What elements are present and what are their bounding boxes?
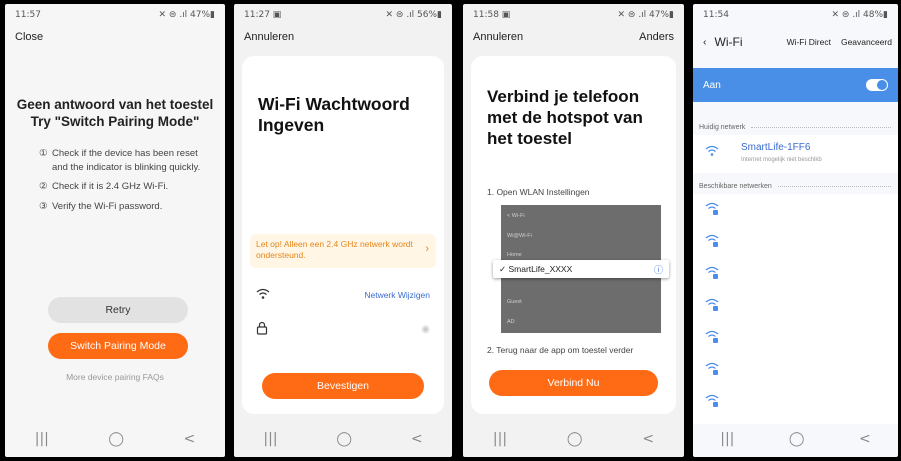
- wifi-icon: [705, 145, 719, 160]
- home-button[interactable]: ◯: [789, 431, 805, 447]
- change-network-link[interactable]: Netwerk Wijzigen: [364, 290, 430, 300]
- network-row: Netwerk Wijzigen: [256, 286, 430, 304]
- page-title: Wi-Fi: [714, 35, 743, 49]
- switch-pairing-mode-button[interactable]: Switch Pairing Mode: [48, 333, 188, 359]
- cancel-button[interactable]: Annuleren: [473, 31, 523, 43]
- screenshot-row: AD: [507, 319, 515, 325]
- phone-screen-connect-hotspot: 11:58 ▣ ✕ ⊜ .ıl 47%▮ Annuleren Anders Ve…: [463, 4, 684, 457]
- nav-bar: ||| ◯ <: [463, 421, 684, 457]
- list-item: ① Check if the device has been reset and …: [39, 148, 201, 173]
- step-one: 1. Open WLAN Instellingen: [487, 187, 590, 197]
- wifi-locked-icon[interactable]: [705, 234, 719, 251]
- password-row[interactable]: ◉: [256, 320, 430, 338]
- hotspot-entry: ✓ SmartLife_XXXX ⓘ: [493, 260, 669, 278]
- chevron-left-icon[interactable]: ‹: [703, 36, 707, 48]
- page-title: Wi-Fi Wachtwoord Ingeven: [258, 94, 410, 135]
- password-card: Wi-Fi Wachtwoord Ingeven Let op! Alleen …: [242, 56, 444, 414]
- screenshot-row: Home: [507, 252, 522, 258]
- nav-bar: ||| ◯ <: [5, 421, 225, 457]
- password-visibility-icon[interactable]: ◉: [421, 324, 430, 335]
- home-button[interactable]: ◯: [336, 431, 352, 447]
- home-button[interactable]: ◯: [567, 431, 583, 447]
- close-button[interactable]: Close: [15, 31, 43, 43]
- available-networks-list: [693, 194, 898, 424]
- wifi-locked-icon[interactable]: [705, 266, 719, 283]
- current-network-status: Internet mogelijk niet beschikb: [741, 157, 822, 163]
- instruction-screenshot: < Wi-Fi Wi@Wi-Fi Home ✓ SmartLife_XXXX ⓘ…: [493, 205, 669, 333]
- list-item: ③ Verify the Wi-Fi password.: [39, 200, 163, 212]
- settings-header: ‹ Wi-Fi Wi-Fi Direct Geavanceerd: [703, 30, 892, 54]
- wifi-info-icon: ⓘ: [653, 264, 663, 275]
- toggle-label: Aan: [703, 79, 721, 91]
- recent-apps-button[interactable]: |||: [263, 431, 277, 447]
- retry-button[interactable]: Retry: [48, 297, 188, 323]
- back-button[interactable]: <: [411, 431, 423, 447]
- current-network-row[interactable]: SmartLife-1FF6 Internet mogelijk niet be…: [693, 135, 898, 173]
- nav-bar: ||| ◯ <: [234, 421, 452, 457]
- home-button[interactable]: ◯: [108, 431, 124, 447]
- recent-apps-button[interactable]: |||: [493, 431, 507, 447]
- status-icons: ✕ ⊜ .ıl 47%▮: [158, 10, 215, 20]
- lock-icon: [256, 321, 268, 337]
- cancel-button[interactable]: Annuleren: [244, 31, 294, 43]
- advanced-link[interactable]: Geavanceerd: [841, 37, 892, 47]
- troubleshoot-list: ① Check if the device has been reset and …: [39, 147, 213, 219]
- wifi-icon: [256, 288, 270, 302]
- phone-screen-pairing-failed: 11:57 ✕ ⊜ .ıl 47%▮ Close Geen antwoord v…: [5, 4, 225, 457]
- status-time: 11:27 ▣: [244, 10, 282, 20]
- status-time: 11:57: [15, 10, 41, 20]
- status-time: 11:54: [703, 10, 729, 20]
- recent-apps-button[interactable]: |||: [35, 431, 49, 447]
- wifi-toggle-row[interactable]: Aan: [693, 68, 898, 102]
- nav-bar: ||| ◯ <: [693, 421, 898, 457]
- wifi-locked-icon[interactable]: [705, 298, 719, 315]
- screenshot-row: Guest: [507, 299, 522, 305]
- status-icons: ✕ ⊜ .ıl 48%▮: [831, 10, 888, 20]
- status-bar: 11:57 ✕ ⊜ .ıl 47%▮: [5, 4, 225, 26]
- screenshot-row: Wi@Wi-Fi: [507, 233, 532, 239]
- status-time: 11:58 ▣: [473, 10, 511, 20]
- hotspot-card: Verbind je telefoon met de hotspot van h…: [471, 56, 676, 414]
- available-networks-header: Beschikbare netwerken: [699, 183, 891, 190]
- current-ssid: SmartLife-1FF6: [741, 142, 811, 153]
- current-network-header: Huidig netwerk: [699, 124, 891, 131]
- wifi-locked-icon[interactable]: [705, 330, 719, 347]
- list-item: ② Check if it is 2.4 GHz Wi-Fi.: [39, 181, 169, 192]
- faq-link[interactable]: More device pairing FAQs: [5, 372, 225, 382]
- frequency-warning[interactable]: Let op! Alleen een 2.4 GHz netwerk wordt…: [250, 234, 436, 268]
- back-button[interactable]: <: [184, 431, 196, 447]
- phone-screen-wifi-settings: 11:54 ✕ ⊜ .ıl 48%▮ ‹ Wi-Fi Wi-Fi Direct …: [693, 4, 898, 457]
- status-bar: 11:58 ▣ ✕ ⊜ .ıl 47%▮: [463, 4, 684, 26]
- status-icons: ✕ ⊜ .ıl 47%▮: [617, 10, 674, 20]
- back-button[interactable]: <: [859, 431, 871, 447]
- status-bar: 11:54 ✕ ⊜ .ıl 48%▮: [693, 4, 898, 26]
- wifi-locked-icon[interactable]: [705, 362, 719, 379]
- step-two: 2. Terug naar de app om toestel verder: [487, 345, 634, 355]
- status-bar: 11:27 ▣ ✕ ⊜ .ıl 56%▮: [234, 4, 452, 26]
- phone-screen-wifi-password: 11:27 ▣ ✕ ⊜ .ıl 56%▮ Annuleren Wi-Fi Wac…: [234, 4, 452, 457]
- wifi-locked-icon[interactable]: [705, 202, 719, 219]
- wifi-toggle-switch[interactable]: [866, 79, 888, 91]
- other-button[interactable]: Anders: [639, 31, 674, 43]
- error-title: Geen antwoord van het toestel Try "Switc…: [16, 97, 214, 129]
- status-icons: ✕ ⊜ .ıl 56%▮: [385, 10, 442, 20]
- back-button[interactable]: <: [642, 431, 654, 447]
- connect-now-button[interactable]: Verbind Nu: [489, 370, 658, 396]
- confirm-button[interactable]: Bevestigen: [262, 373, 424, 399]
- recent-apps-button[interactable]: |||: [720, 431, 734, 447]
- page-title: Verbind je telefoon met de hotspot van h…: [487, 87, 643, 148]
- hotspot-name: ✓ SmartLife_XXXX: [499, 263, 573, 274]
- screenshot-row: < Wi-Fi: [507, 213, 525, 219]
- wifi-locked-icon[interactable]: [705, 394, 719, 411]
- wifi-direct-link[interactable]: Wi-Fi Direct: [787, 37, 831, 47]
- chevron-right-icon: ›: [425, 243, 429, 255]
